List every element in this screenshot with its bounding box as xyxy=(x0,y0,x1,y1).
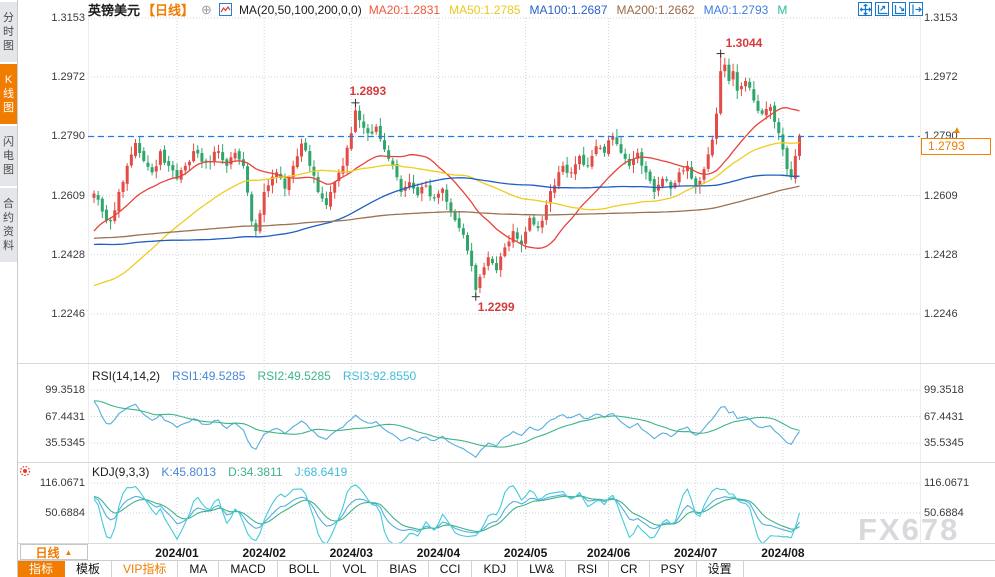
chart-header: 英镑美元 【日线】 ⊕ MA(20,50,100,200,0,0) MA20:1… xyxy=(88,2,788,19)
ma-value-6: M xyxy=(777,2,788,17)
annotation-1: 1.2893 xyxy=(349,83,387,98)
xaxis-tick-2: 2024/02 xyxy=(242,546,286,560)
chart-application: 分时图 K线图闪电图合约资料 英镑美元 【日线】 ⊕ MA(20,50,100,2… xyxy=(0,0,995,577)
kdj-value-3: J:68.6419 xyxy=(294,465,348,479)
page-forward-icon[interactable] xyxy=(909,2,923,16)
gridlines xyxy=(88,12,921,543)
rsi-axis-label-left-2: 67.4431 xyxy=(45,410,85,423)
xaxis-tick-5: 2024/05 xyxy=(503,546,548,560)
ma-value-2: MA50:1.2785 xyxy=(449,2,521,17)
price-axis-label-right-5: 1.2428 xyxy=(924,248,958,261)
price-axis-label-left-5: 1.2428 xyxy=(51,248,85,261)
ma-value-3: MA100:1.2687 xyxy=(529,2,608,17)
period-selector[interactable]: 日线 ▲ xyxy=(20,544,88,560)
toolbar-item-6[interactable]: BOLL xyxy=(278,561,332,577)
price-axis-label-right-4: 1.2609 xyxy=(924,189,958,202)
price-axis-label-right-2: 1.2972 xyxy=(924,71,958,84)
sidebar-tab-2[interactable]: K线图 xyxy=(0,64,17,124)
xaxis-tick-7: 2024/07 xyxy=(674,546,718,560)
price-up-arrow-icon: ▲ xyxy=(952,125,962,136)
ma-value-4: MA200:1.2662 xyxy=(616,2,695,17)
rsi-values: RSI1:49.5285 RSI2:49.5285 RSI3:92.8550 xyxy=(172,369,416,383)
scale-x-axis-icon[interactable] xyxy=(892,2,906,16)
remove-indicator-icon[interactable] xyxy=(18,464,32,478)
kdj-axis-label-left-2: 50.6884 xyxy=(45,507,85,519)
xaxis-tick-3: 2024/03 xyxy=(329,546,373,560)
crosshair-icon[interactable] xyxy=(858,2,872,16)
add-indicator-icon[interactable]: ⊕ xyxy=(201,2,212,18)
rsi-lines xyxy=(93,400,800,458)
toolbar-item-4[interactable]: MA xyxy=(178,561,220,577)
toolbar-item-11[interactable]: LW& xyxy=(518,561,567,577)
rsi-axis-label-right-1: 99.3518 xyxy=(924,384,964,396)
price-axis-label-right-1: 1.3153 xyxy=(924,12,958,24)
toolbar-item-9[interactable]: CCI xyxy=(429,561,473,577)
ma-values: MA20:1.2831 MA50:1.2785 MA100:1.2687 MA200:… xyxy=(369,3,788,17)
period-tag: 【日线】 xyxy=(142,3,195,18)
ma-value-5: MA0:1.2793 xyxy=(703,2,769,17)
toolbar-item-5[interactable]: MACD xyxy=(219,561,278,577)
kdj-axis-label-right-1: 116.0671 xyxy=(924,477,970,489)
annotation-2: 1.3044 xyxy=(725,35,763,50)
sidebar-tab-4[interactable]: 合约资料 xyxy=(0,188,17,262)
toolbar-item-12[interactable]: RSI xyxy=(566,561,610,577)
xaxis-tick-6: 2024/06 xyxy=(586,546,631,560)
price-axis-label-left-4: 1.2609 xyxy=(51,189,85,202)
rsi-axis-label-left-3: 35.5345 xyxy=(45,437,85,449)
rsi-title: RSI(14,14,2) xyxy=(92,369,161,383)
toolbar-item-8[interactable]: BIAS xyxy=(378,561,429,577)
price-axis-label-left-3: 1.2790 xyxy=(51,130,85,143)
chart-tool-icons xyxy=(858,2,923,16)
kdj-title: KDJ(9,3,3) xyxy=(92,465,150,479)
rsi-value-1: RSI1:49.5285 xyxy=(172,369,246,383)
toolbar-item-14[interactable]: PSY xyxy=(650,561,697,577)
rsi-value-2: RSI2:49.5285 xyxy=(257,369,331,383)
indicator-toolbar: 指标 模板 VIP指标 MA MACD BOLL VOL BIAS CCI KDJ LW& RSI CR… xyxy=(18,560,995,577)
xaxis-tick-4: 2024/04 xyxy=(416,546,461,560)
toolbar-item-13[interactable]: CR xyxy=(609,561,650,577)
rsi-header: RSI(14,14,2) RSI1:49.5285 RSI2:49.5285 RSI… xyxy=(92,369,416,383)
sidebar-tab-1[interactable]: 分时图 xyxy=(0,2,17,62)
ma-value-1: MA20:1.2831 xyxy=(368,2,441,17)
rsi-axis-label-left-1: 99.3518 xyxy=(45,384,85,396)
scale-y-axis-icon[interactable] xyxy=(875,2,889,16)
toolbar-item-7[interactable]: VOL xyxy=(331,561,379,577)
sidebar-tab-3[interactable]: 闪电图 xyxy=(0,126,17,186)
candlesticks xyxy=(92,53,801,297)
rsi-value-3: RSI3:92.8550 xyxy=(342,369,417,383)
price-annotations xyxy=(351,49,725,301)
caret-up-icon: ▲ xyxy=(64,547,73,557)
toolbar-item-10[interactable]: KDJ xyxy=(472,561,519,577)
kdj-value-2: D:34.3811 xyxy=(228,465,283,479)
symbol-name: 英镑美元 xyxy=(88,3,141,18)
price-axis-label-left-2: 1.2972 xyxy=(51,71,85,84)
xaxis-tick-8: 2024/08 xyxy=(761,546,805,560)
toolbar-item-1[interactable]: 指标 xyxy=(18,561,66,577)
kdj-lines xyxy=(93,484,801,543)
rsi-axis-label-right-2: 67.4431 xyxy=(924,410,964,423)
kdj-axis-label-right-2: 50.6884 xyxy=(924,507,964,519)
price-axis-label-left-1: 1.3153 xyxy=(51,12,85,24)
chart-style-icon[interactable] xyxy=(218,3,232,16)
kdj-header: KDJ(9,3,3) K:45.8013 D:34.3811 J:68.6419 xyxy=(92,465,347,479)
kdj-value-1: K:45.8013 xyxy=(161,465,217,479)
price-axis-label-left-6: 1.2246 xyxy=(51,308,85,320)
kdj-values: K:45.8013 D:34.3811 J:68.6419 xyxy=(161,465,347,479)
toolbar-item-2[interactable]: 模板 xyxy=(65,561,113,577)
chart-type-sidebar: 分时图 K线图闪电图合约资料 xyxy=(0,0,18,577)
toolbar-item-3[interactable]: VIP指标 xyxy=(112,561,179,577)
current-price-tag: 1.2793 xyxy=(921,138,991,155)
price-axis-label-right-6: 1.2246 xyxy=(924,308,958,320)
chart-canvas[interactable] xyxy=(0,0,995,577)
period-label: 日线 xyxy=(35,545,60,560)
rsi-axis-label-right-3: 35.5345 xyxy=(924,437,964,449)
annotation-3: 1.2299 xyxy=(477,299,515,314)
kdj-axis-label-left-1: 116.0671 xyxy=(39,477,85,489)
toolbar-item-15[interactable]: 设置 xyxy=(697,561,744,577)
xaxis-tick-1: 2024/01 xyxy=(155,546,199,560)
ma-settings-label: MA(20,50,100,200,0,0) xyxy=(238,2,362,17)
